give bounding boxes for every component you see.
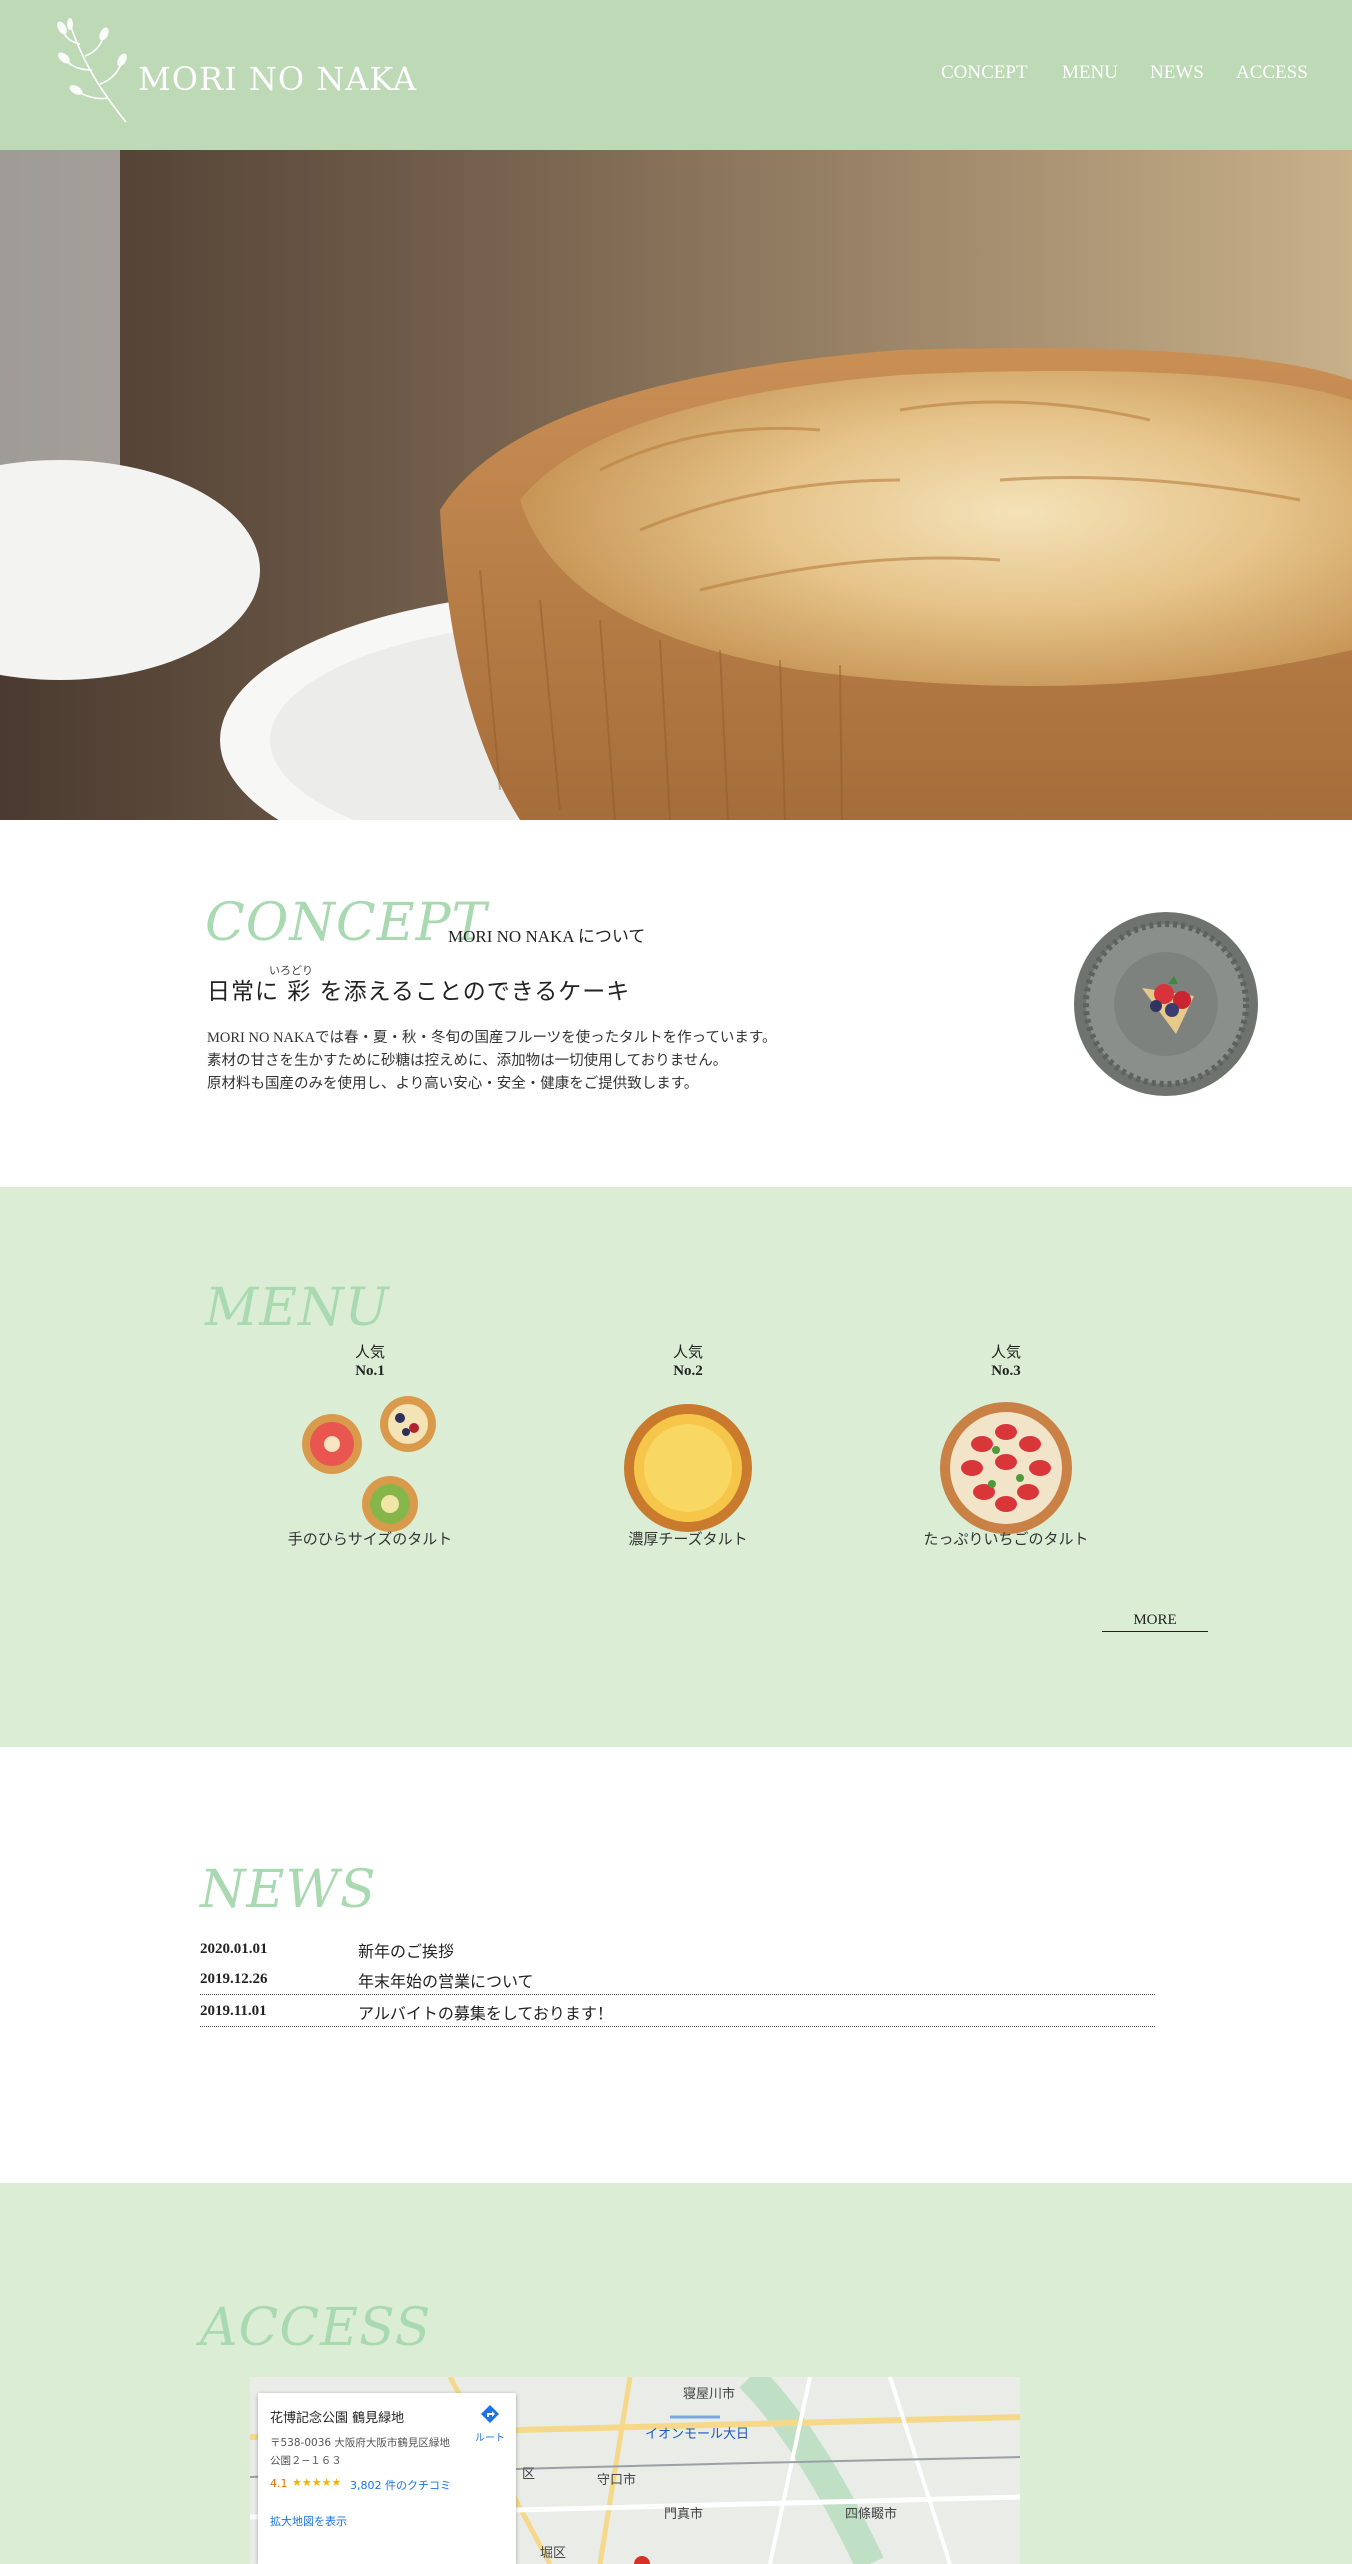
concept-heading: 日常に 彩 を添えることのできるケーキ: [207, 979, 631, 1005]
menu-rank-label: 人気 No.3: [946, 1344, 1066, 1380]
map-label: 四條畷市: [845, 2507, 898, 2522]
tart-plate-image: [1074, 912, 1258, 1096]
divider: [200, 2026, 1155, 2027]
concept-subtitle: MORI NO NAKA について: [448, 927, 646, 946]
directions-label: ルート: [475, 2433, 505, 2444]
concept-body-line: 素材の甘さを生かすために砂糖は控えめに、添加物は一切使用しておりません。: [207, 1053, 728, 1069]
news-date: 2019.11.01: [200, 2003, 267, 2019]
news-row[interactable]: 2019.12.26 年末年始の営業について: [200, 1963, 1155, 1995]
leaf-branch-icon: [57, 18, 127, 123]
concept-body-line: 原材料も国産のみを使用し、より高い安心・安全・健康をご提供致します。: [207, 1076, 699, 1092]
rank-label: 人気: [354, 1345, 385, 1361]
news-link[interactable]: アルバイトの募集をしております！: [358, 2000, 613, 2024]
rank-label: 人気: [672, 1345, 703, 1361]
star-rating-icon: ★★★★★: [292, 2476, 342, 2489]
menu-item-name[interactable]: 手のひらサイズのタルト: [240, 1528, 500, 1549]
menu-rank-label: 人気 No.1: [310, 1344, 430, 1380]
more-link[interactable]: MORE: [1102, 1612, 1208, 1632]
logo-text[interactable]: MORI NO NAKA: [138, 60, 417, 98]
rating-value: 4.1: [270, 2477, 288, 2490]
rank-number: No.3: [991, 1363, 1021, 1379]
cheese-tart-image[interactable]: [608, 1388, 768, 1548]
news-title: NEWS: [200, 1860, 377, 1920]
news-row[interactable]: 2019.11.01 アルバイトの募集をしております！: [200, 1995, 1155, 2027]
map-label: 区: [522, 2467, 536, 2482]
map-label: 寝屋川市: [683, 2387, 736, 2402]
news-link[interactable]: 新年のご挨拶: [358, 1938, 454, 1962]
rank-label: 人気: [990, 1345, 1021, 1361]
google-map[interactable]: 寝屋川市 イオンモール大日 守口市 門真市 四條畷市 区 堀区 花博記念公園 鶴…: [250, 2377, 1020, 2564]
news-link[interactable]: 年末年始の営業について: [358, 1968, 534, 1992]
news-row[interactable]: 2020.01.01 新年のご挨拶: [200, 1933, 1155, 1965]
nav-news[interactable]: NEWS: [1150, 62, 1204, 84]
mini-tarts-image[interactable]: [290, 1388, 450, 1548]
menu-rank-label: 人気 No.2: [628, 1344, 748, 1380]
site-header: MORI NO NAKA CONCEPT MENU NEWS ACCESS: [0, 0, 1352, 150]
map-label: イオンモール大日: [645, 2427, 750, 2442]
news-date: 2020.01.01: [200, 1941, 268, 1957]
hero-image: [0, 150, 1352, 820]
map-label: 門真市: [664, 2507, 704, 2522]
map-place-card: 花博記念公園 鶴見緑地 〒538-0036 大阪府大阪市鶴見区緑地 公園２−１６…: [258, 2393, 516, 2564]
nav-access[interactable]: ACCESS: [1236, 62, 1308, 84]
concept-title: CONCEPT: [205, 893, 488, 953]
rank-number: No.2: [673, 1363, 703, 1379]
nav-concept[interactable]: CONCEPT: [941, 62, 1028, 84]
map-label: 守口市: [597, 2473, 637, 2488]
apple-tart-photo: [0, 150, 1352, 820]
directions-button[interactable]: ルート: [470, 2403, 510, 2444]
place-name: 花博記念公園 鶴見緑地: [270, 2411, 405, 2426]
enlarge-map-link[interactable]: 拡大地図を表示: [270, 2513, 347, 2529]
place-address: 公園２−１６３: [270, 2455, 342, 2467]
rank-number: No.1: [355, 1363, 385, 1379]
place-address: 〒538-0036 大阪府大阪市鶴見区緑地: [270, 2437, 450, 2449]
directions-icon: [481, 2405, 499, 2423]
nav-menu[interactable]: MENU: [1062, 62, 1118, 84]
menu-item-name[interactable]: 濃厚チーズタルト: [558, 1528, 818, 1549]
concept-body-line: MORI NO NAKAでは春・夏・秋・冬旬の国産フルーツを使ったタルトを作って…: [207, 1030, 777, 1046]
reviews-link[interactable]: 3,802 件のクチコミ: [350, 2477, 451, 2493]
news-date: 2019.12.26: [200, 1971, 268, 1987]
access-title: ACCESS: [200, 2298, 432, 2358]
menu-title: MENU: [205, 1278, 390, 1338]
map-label: 堀区: [540, 2546, 567, 2561]
strawberry-tart-image[interactable]: [926, 1388, 1086, 1548]
menu-item-name[interactable]: たっぷりいちごのタルト: [876, 1528, 1136, 1549]
